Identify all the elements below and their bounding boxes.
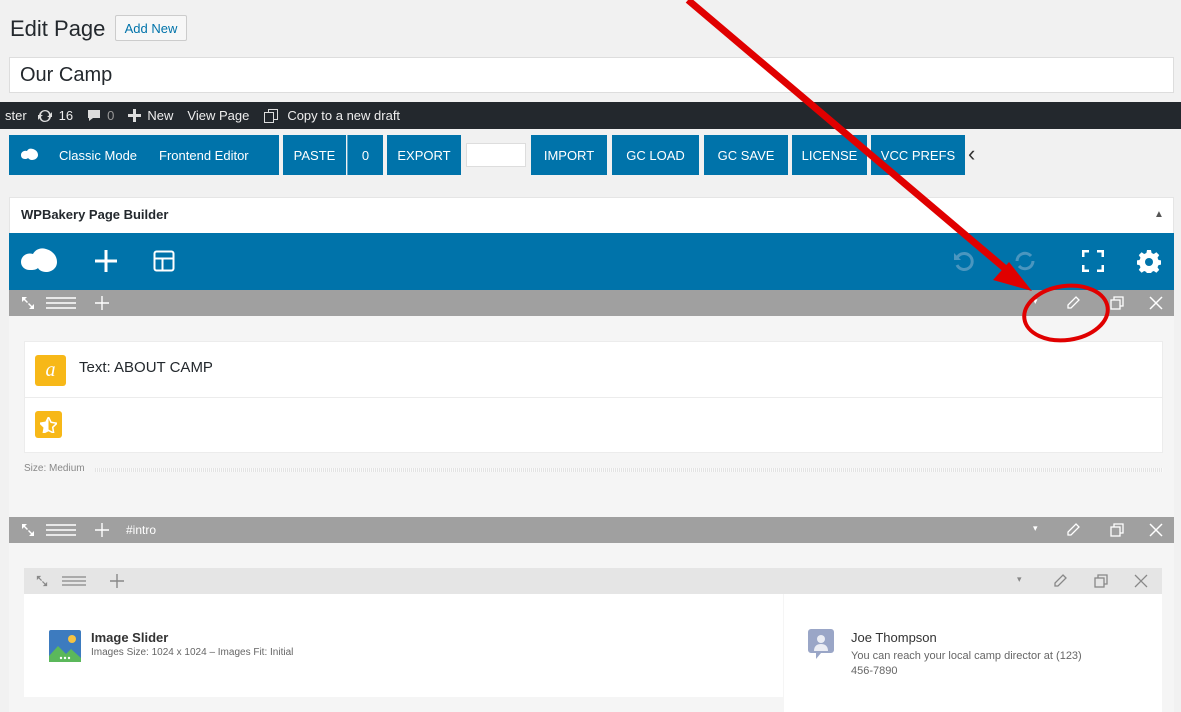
contact-name: Joe Thompson — [851, 630, 937, 645]
new-content-link[interactable]: New — [128, 108, 173, 123]
images-fit-label: Images Fit: — [217, 647, 268, 658]
undo-icon[interactable] — [953, 250, 975, 272]
gc-save-button[interactable]: GC SAVE — [704, 135, 788, 175]
contact-element[interactable]: Joe Thompson You can reach your local ca… — [784, 594, 1162, 712]
paste-button[interactable]: PASTE — [283, 135, 346, 175]
testimonial-person-icon — [808, 629, 834, 659]
contact-text-line2: 456-7890 — [851, 665, 898, 677]
wpbakery-logo-icon — [21, 148, 38, 160]
row-controls-bar: ▾ — [9, 290, 1174, 316]
clone-inner-row-icon[interactable] — [1094, 574, 1108, 588]
add-element-icon[interactable] — [95, 250, 117, 272]
toggle-row-icon[interactable]: ▾ — [1033, 296, 1038, 307]
add-inner-column-icon[interactable] — [110, 574, 124, 588]
star-icon — [35, 411, 62, 438]
text-element[interactable]: a Text: ABOUT CAMP — [24, 341, 1163, 398]
fullscreen-icon[interactable] — [1082, 250, 1104, 272]
delete-row-icon[interactable] — [1149, 296, 1163, 310]
image-slider-params: Images Size: 1024 x 1024 – Images Fit: I… — [91, 647, 293, 658]
comments-link[interactable]: 0 — [87, 108, 114, 123]
clone-row-icon[interactable] — [1110, 296, 1124, 310]
clone-row-icon[interactable] — [1110, 523, 1124, 537]
classic-mode-button[interactable]: Classic Mode — [59, 148, 137, 163]
image-slider-icon — [49, 630, 81, 662]
delete-inner-row-icon[interactable] — [1134, 574, 1148, 588]
edit-pencil-icon[interactable] — [1066, 523, 1080, 537]
move-row-icon[interactable] — [21, 296, 35, 310]
text-element-prefix: Text: — [79, 359, 111, 376]
add-column-icon[interactable] — [95, 523, 109, 537]
row-layout-icon[interactable] — [46, 524, 76, 536]
add-new-button[interactable]: Add New — [115, 15, 187, 41]
import-button[interactable]: IMPORT — [531, 135, 607, 175]
editor-mode-group: Classic Mode Frontend Editor — [9, 135, 279, 175]
inner-row-layout-icon[interactable] — [62, 576, 86, 586]
copy-draft-label: Copy to a new draft — [287, 108, 401, 123]
toggle-inner-row-icon[interactable]: ▾ — [1017, 574, 1022, 585]
paste-count: 0 — [347, 135, 383, 175]
new-label: New — [147, 108, 174, 123]
toggle-row-icon[interactable]: ▾ — [1033, 523, 1038, 534]
row-layout-icon[interactable] — [46, 297, 76, 309]
page-title: Edit Page — [10, 16, 106, 41]
refresh-icon — [37, 109, 52, 122]
builder-title: WPBakery Page Builder — [21, 207, 169, 222]
plus-icon — [128, 109, 142, 122]
size-divider — [95, 468, 1163, 472]
param-separator: – — [209, 647, 215, 658]
comments-count: 0 — [107, 108, 115, 123]
delete-row-icon[interactable] — [1149, 523, 1163, 537]
templates-icon[interactable] — [153, 250, 175, 272]
edit-pencil-icon[interactable] — [1053, 574, 1067, 588]
images-fit-value: Initial — [270, 647, 294, 658]
text-element-label: Text: ABOUT CAMP — [79, 359, 213, 376]
license-button[interactable]: LICENSE — [792, 135, 867, 175]
move-row-icon[interactable] — [21, 523, 35, 537]
size-prefix: Size: — [24, 463, 47, 474]
updates-count: 16 — [58, 108, 74, 123]
gc-load-button[interactable]: GC LOAD — [612, 135, 699, 175]
wpbakery-logo-icon[interactable] — [21, 247, 61, 275]
export-input[interactable] — [466, 143, 526, 167]
text-element-value: ABOUT CAMP — [114, 359, 213, 376]
settings-gear-icon[interactable] — [1137, 249, 1161, 273]
row-id-label: #intro — [126, 523, 157, 537]
contact-text-line1: You can reach your local camp director a… — [851, 650, 1082, 662]
view-page-link[interactable]: View Page — [187, 108, 249, 123]
updates-link[interactable]: 16 — [37, 108, 73, 123]
copy-icon — [264, 108, 279, 123]
site-name-link[interactable]: ster — [5, 108, 27, 123]
size-value: Medium — [49, 463, 85, 474]
image-slider-element[interactable]: Image Slider Images Size: 1024 x 1024 – … — [24, 594, 783, 697]
post-title-input[interactable]: Our Camp — [9, 57, 1174, 93]
text-block-icon: a — [35, 355, 66, 386]
rating-element[interactable] — [24, 397, 1163, 453]
export-button[interactable]: EXPORT — [387, 135, 461, 175]
images-size-value: 1024 x 1024 — [151, 647, 207, 658]
add-column-icon[interactable] — [95, 296, 109, 310]
frontend-editor-button[interactable]: Frontend Editor — [159, 148, 249, 163]
inner-row-controls-bar: ▾ — [24, 568, 1162, 594]
row-controls-bar: #intro ▾ — [9, 517, 1174, 543]
images-size-label: Images Size: — [91, 647, 149, 658]
move-inner-row-icon[interactable] — [36, 575, 48, 587]
image-slider-title: Image Slider — [91, 630, 169, 645]
comment-icon — [88, 110, 101, 121]
collapse-caret-icon[interactable]: ▲ — [1154, 209, 1164, 220]
builder-navbar — [9, 233, 1174, 290]
chevron-left-icon[interactable]: ‹ — [968, 141, 975, 167]
copy-draft-link[interactable]: Copy to a new draft — [263, 108, 400, 124]
row-size-label: Size: Medium — [24, 463, 85, 474]
redo-icon[interactable] — [1013, 250, 1037, 272]
vcc-prefs-button[interactable]: VCC PREFS — [871, 135, 965, 175]
edit-pencil-icon[interactable] — [1066, 296, 1080, 310]
admin-bar: ster 16 0 New View Page Copy to a new dr… — [0, 102, 1181, 129]
